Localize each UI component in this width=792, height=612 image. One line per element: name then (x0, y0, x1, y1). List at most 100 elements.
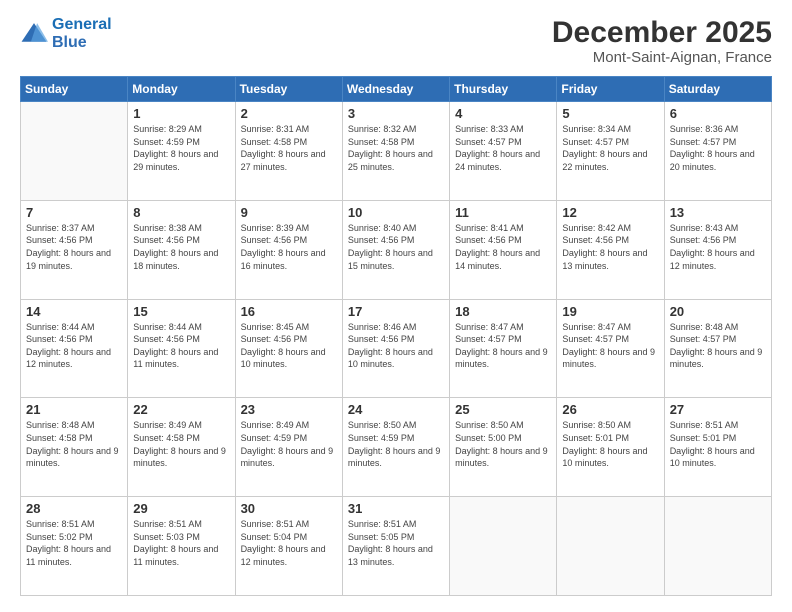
weekday-header-row: SundayMondayTuesdayWednesdayThursdayFrid… (21, 77, 772, 102)
calendar-cell: 10 Sunrise: 8:40 AMSunset: 4:56 PMDayligh… (342, 200, 449, 299)
calendar-cell: 25 Sunrise: 8:50 AMSunset: 5:00 PMDayligh… (450, 398, 557, 497)
day-info: Sunrise: 8:50 AMSunset: 5:00 PMDaylight:… (455, 419, 551, 469)
weekday-header-tuesday: Tuesday (235, 77, 342, 102)
calendar-cell: 21 Sunrise: 8:48 AMSunset: 4:58 PMDayligh… (21, 398, 128, 497)
day-number: 30 (241, 501, 337, 516)
day-info: Sunrise: 8:32 AMSunset: 4:58 PMDaylight:… (348, 123, 444, 173)
day-info: Sunrise: 8:36 AMSunset: 4:57 PMDaylight:… (670, 123, 766, 173)
day-number: 12 (562, 205, 658, 220)
day-number: 10 (348, 205, 444, 220)
day-info: Sunrise: 8:47 AMSunset: 4:57 PMDaylight:… (455, 321, 551, 371)
calendar-cell: 15 Sunrise: 8:44 AMSunset: 4:56 PMDayligh… (128, 299, 235, 398)
day-number: 27 (670, 402, 766, 417)
day-number: 22 (133, 402, 229, 417)
day-info: Sunrise: 8:48 AMSunset: 4:58 PMDaylight:… (26, 419, 122, 469)
day-number: 5 (562, 106, 658, 121)
day-info: Sunrise: 8:51 AMSunset: 5:04 PMDaylight:… (241, 518, 337, 568)
day-info: Sunrise: 8:40 AMSunset: 4:56 PMDaylight:… (348, 222, 444, 272)
day-number: 25 (455, 402, 551, 417)
calendar-cell: 16Sunrise: 8:45 AMSunset: 4:56 PMDayligh… (235, 299, 342, 398)
day-number: 31 (348, 501, 444, 516)
calendar-subtitle: Mont-Saint-Aignan, France (552, 49, 772, 66)
calendar-cell: 13 Sunrise: 8:43 AMSunset: 4:56 PMDayligh… (664, 200, 771, 299)
calendar-cell: 8 Sunrise: 8:38 AMSunset: 4:56 PMDaylight… (128, 200, 235, 299)
day-info: Sunrise: 8:48 AMSunset: 4:57 PMDaylight:… (670, 321, 766, 371)
day-info: Sunrise: 8:47 AMSunset: 4:57 PMDaylight:… (562, 321, 658, 371)
week-row-2: 7 Sunrise: 8:37 AMSunset: 4:56 PMDaylight… (21, 200, 772, 299)
day-info: Sunrise: 8:37 AMSunset: 4:56 PMDaylight:… (26, 222, 122, 272)
logo: General Blue (20, 16, 112, 51)
day-info: Sunrise: 8:50 AMSunset: 5:01 PMDaylight:… (562, 419, 658, 469)
day-number: 24 (348, 402, 444, 417)
day-number: 9 (241, 205, 337, 220)
day-number: 3 (348, 106, 444, 121)
day-info: Sunrise: 8:49 AMSunset: 4:58 PMDaylight:… (133, 419, 229, 469)
day-number: 29 (133, 501, 229, 516)
weekday-header-friday: Friday (557, 77, 664, 102)
weekday-header-sunday: Sunday (21, 77, 128, 102)
calendar-cell: 17 Sunrise: 8:46 AMSunset: 4:56 PMDayligh… (342, 299, 449, 398)
day-number: 23 (241, 402, 337, 417)
day-info: Sunrise: 8:50 AMSunset: 4:59 PMDaylight:… (348, 419, 444, 469)
day-info: Sunrise: 8:51 AMSunset: 5:02 PMDaylight:… (26, 518, 122, 568)
week-row-4: 21 Sunrise: 8:48 AMSunset: 4:58 PMDayligh… (21, 398, 772, 497)
day-number: 28 (26, 501, 122, 516)
day-info: Sunrise: 8:34 AMSunset: 4:57 PMDaylight:… (562, 123, 658, 173)
weekday-header-wednesday: Wednesday (342, 77, 449, 102)
weekday-header-saturday: Saturday (664, 77, 771, 102)
day-number: 17 (348, 304, 444, 319)
calendar-cell: 2Sunrise: 8:31 AMSunset: 4:58 PMDaylight… (235, 102, 342, 201)
day-number: 2 (241, 106, 337, 121)
calendar-cell: 6Sunrise: 8:36 AMSunset: 4:57 PMDaylight… (664, 102, 771, 201)
calendar-cell: 23 Sunrise: 8:49 AMSunset: 4:59 PMDayligh… (235, 398, 342, 497)
calendar-cell: 20 Sunrise: 8:48 AMSunset: 4:57 PMDayligh… (664, 299, 771, 398)
day-number: 4 (455, 106, 551, 121)
title-block: December 2025 Mont-Saint-Aignan, France (552, 16, 772, 66)
day-info: Sunrise: 8:33 AMSunset: 4:57 PMDaylight:… (455, 123, 551, 173)
calendar-cell: 1 Sunrise: 8:29 AMSunset: 4:59 PMDaylight… (128, 102, 235, 201)
day-info: Sunrise: 8:44 AMSunset: 4:56 PMDaylight:… (133, 321, 229, 371)
day-number: 15 (133, 304, 229, 319)
calendar-cell: 9 Sunrise: 8:39 AMSunset: 4:56 PMDaylight… (235, 200, 342, 299)
day-info: Sunrise: 8:51 AMSunset: 5:05 PMDaylight:… (348, 518, 444, 568)
calendar-cell: 28 Sunrise: 8:51 AMSunset: 5:02 PMDayligh… (21, 497, 128, 596)
day-info: Sunrise: 8:51 AMSunset: 5:01 PMDaylight:… (670, 419, 766, 469)
calendar-cell: 7 Sunrise: 8:37 AMSunset: 4:56 PMDaylight… (21, 200, 128, 299)
day-info: Sunrise: 8:49 AMSunset: 4:59 PMDaylight:… (241, 419, 337, 469)
day-info: Sunrise: 8:39 AMSunset: 4:56 PMDaylight:… (241, 222, 337, 272)
day-number: 20 (670, 304, 766, 319)
calendar-cell (664, 497, 771, 596)
calendar-cell (21, 102, 128, 201)
week-row-3: 14 Sunrise: 8:44 AMSunset: 4:56 PMDayligh… (21, 299, 772, 398)
calendar-title: December 2025 (552, 16, 772, 49)
weekday-header-thursday: Thursday (450, 77, 557, 102)
day-info: Sunrise: 8:29 AMSunset: 4:59 PMDaylight:… (133, 123, 229, 173)
day-info: Sunrise: 8:42 AMSunset: 4:56 PMDaylight:… (562, 222, 658, 272)
day-info: Sunrise: 8:44 AMSunset: 4:56 PMDaylight:… (26, 321, 122, 371)
day-info: Sunrise: 8:43 AMSunset: 4:56 PMDaylight:… (670, 222, 766, 272)
day-number: 8 (133, 205, 229, 220)
calendar-cell: 22 Sunrise: 8:49 AMSunset: 4:58 PMDayligh… (128, 398, 235, 497)
header: General Blue December 2025 Mont-Saint-Ai… (20, 16, 772, 66)
day-info: Sunrise: 8:41 AMSunset: 4:56 PMDaylight:… (455, 222, 551, 272)
day-number: 13 (670, 205, 766, 220)
day-info: Sunrise: 8:38 AMSunset: 4:56 PMDaylight:… (133, 222, 229, 272)
day-number: 7 (26, 205, 122, 220)
day-info: Sunrise: 8:46 AMSunset: 4:56 PMDaylight:… (348, 321, 444, 371)
calendar-cell: 14 Sunrise: 8:44 AMSunset: 4:56 PMDayligh… (21, 299, 128, 398)
calendar-cell: 4 Sunrise: 8:33 AMSunset: 4:57 PMDaylight… (450, 102, 557, 201)
day-info: Sunrise: 8:45 AMSunset: 4:56 PMDaylight:… (241, 321, 337, 371)
day-number: 14 (26, 304, 122, 319)
calendar-cell: 11 Sunrise: 8:41 AMSunset: 4:56 PMDayligh… (450, 200, 557, 299)
page: General Blue December 2025 Mont-Saint-Ai… (0, 0, 792, 612)
calendar-cell: 19Sunrise: 8:47 AMSunset: 4:57 PMDayligh… (557, 299, 664, 398)
day-number: 11 (455, 205, 551, 220)
calendar-cell (557, 497, 664, 596)
calendar-cell: 27 Sunrise: 8:51 AMSunset: 5:01 PMDayligh… (664, 398, 771, 497)
day-number: 1 (133, 106, 229, 121)
calendar-cell: 24 Sunrise: 8:50 AMSunset: 4:59 PMDayligh… (342, 398, 449, 497)
day-number: 21 (26, 402, 122, 417)
calendar-cell: 12 Sunrise: 8:42 AMSunset: 4:56 PMDayligh… (557, 200, 664, 299)
calendar-cell: 18Sunrise: 8:47 AMSunset: 4:57 PMDayligh… (450, 299, 557, 398)
calendar-cell (450, 497, 557, 596)
